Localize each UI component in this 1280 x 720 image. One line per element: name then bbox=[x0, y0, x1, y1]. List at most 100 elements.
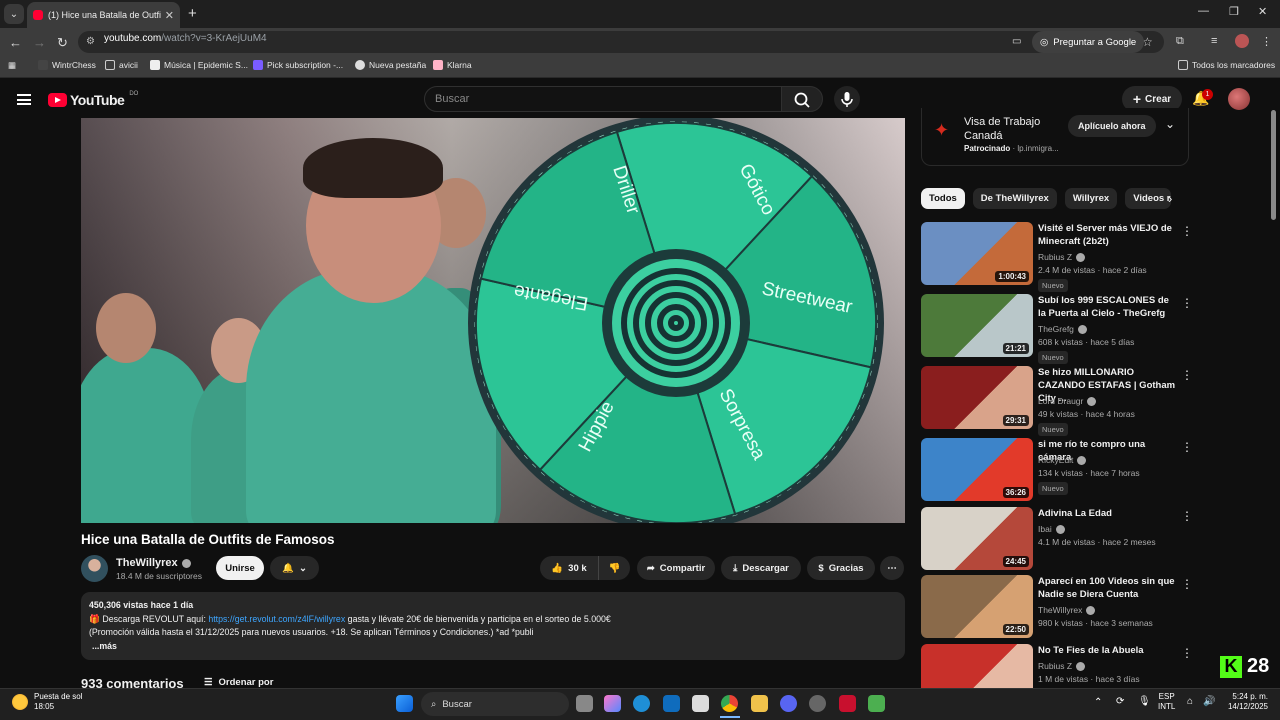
bookmark-epidemic[interactable]: Música | Epidemic S... bbox=[150, 60, 248, 70]
recommendation-channel[interactable]: Rubius Z bbox=[1038, 661, 1086, 671]
bookmark-new-tab[interactable]: Nueva pestaña bbox=[355, 60, 426, 70]
window-close-icon[interactable]: ✕ bbox=[1258, 5, 1267, 18]
revolut-link[interactable]: https://get.revolut.com/z4lF/willyrex bbox=[208, 614, 345, 624]
sync-icon[interactable]: ⟳ bbox=[1116, 697, 1124, 707]
video-thumbnail[interactable]: 29:31 bbox=[921, 366, 1033, 429]
download-button[interactable]: ⤓ Descargar bbox=[721, 556, 801, 580]
active-tab[interactable]: (1) Hice una Batalla de Outfits d ✕ bbox=[27, 2, 180, 28]
share-button[interactable]: ➦ Compartir bbox=[637, 556, 715, 580]
apps-icon[interactable]: ▦ bbox=[8, 60, 16, 71]
search-button[interactable] bbox=[781, 86, 823, 112]
more-options-icon[interactable]: ⋮ bbox=[1181, 440, 1193, 454]
ad-cta-button[interactable]: Aplícuelo ahora bbox=[1068, 115, 1156, 137]
recommendation-channel[interactable]: TheWillyrex bbox=[1038, 605, 1096, 615]
bookmark-wintrchess[interactable]: WintrChess bbox=[38, 60, 96, 70]
file-explorer-icon[interactable] bbox=[751, 695, 768, 712]
sort-comments-button[interactable]: ☰ Ordenar por bbox=[204, 677, 273, 688]
account-avatar[interactable] bbox=[1228, 88, 1250, 110]
close-tab-icon[interactable]: ✕ bbox=[165, 9, 174, 22]
taskbar-search[interactable]: ⌕ Buscar bbox=[421, 692, 569, 716]
clock[interactable]: 5:24 p. m. 14/12/2025 bbox=[1222, 692, 1268, 712]
forward-icon[interactable]: → bbox=[33, 35, 46, 50]
menu-icon[interactable] bbox=[17, 94, 31, 105]
chip-willyrex[interactable]: Willyrex bbox=[1064, 188, 1118, 209]
copilot-icon[interactable] bbox=[604, 695, 621, 712]
recommendation-title[interactable]: Visité el Server más VIEJO de Minecraft … bbox=[1038, 222, 1178, 248]
recommendation-channel[interactable]: Lord Draugr bbox=[1038, 396, 1097, 406]
more-options-icon[interactable]: ⋮ bbox=[1181, 646, 1193, 660]
tab-search-button[interactable]: ⌄ bbox=[4, 4, 24, 24]
recommendation-channel[interactable]: TheGrefg bbox=[1038, 324, 1087, 334]
ask-google-button[interactable]: ◎ Preguntar a Google bbox=[1032, 31, 1145, 53]
description-box[interactable]: 450,306 vistas hace 1 día 🎁 Descarga REV… bbox=[81, 592, 905, 660]
channel-name[interactable]: TheWillyrex bbox=[116, 557, 191, 569]
video-thumbnail[interactable]: 36:26 bbox=[921, 438, 1033, 501]
network-icon[interactable]: ⌂ bbox=[1187, 697, 1193, 707]
bookmark-pick-subscription[interactable]: Pick subscription -... bbox=[253, 60, 343, 70]
show-more-link[interactable]: ...más bbox=[92, 640, 897, 654]
language-indicator[interactable]: ESP INTL bbox=[1158, 692, 1175, 712]
sponsored-ad[interactable]: ✦ Visa de Trabajo Canadá Patrocinado · lp… bbox=[921, 108, 1189, 166]
app-icon[interactable] bbox=[868, 695, 885, 712]
page-scrollbar[interactable] bbox=[1271, 110, 1276, 220]
chrome-taskbar-icon[interactable] bbox=[721, 695, 738, 712]
windows-start-icon[interactable] bbox=[396, 695, 413, 712]
recommendation-item[interactable]: 36:26 si me río te compro una cámara Ricky… bbox=[921, 438, 1193, 502]
minimize-icon[interactable]: — bbox=[1198, 5, 1209, 17]
recommendation-channel[interactable]: RickyEdit bbox=[1038, 455, 1087, 465]
extensions-icon[interactable]: ⧉ bbox=[1176, 35, 1184, 48]
search-input[interactable]: Buscar bbox=[424, 86, 782, 112]
recommendation-title[interactable]: Adivina La Edad bbox=[1038, 507, 1178, 520]
site-info-icon[interactable]: ⚙ bbox=[86, 36, 95, 47]
back-icon[interactable]: ← bbox=[9, 35, 22, 50]
media-control-icon[interactable]: ≡ bbox=[1211, 35, 1217, 47]
reload-icon[interactable]: ↻ bbox=[57, 35, 68, 51]
recommendation-title[interactable]: No Te Fies de la Abuela bbox=[1038, 644, 1178, 657]
recommendation-item[interactable]: 21:21 Subí los 999 ESCALONES de la Puerta… bbox=[921, 294, 1193, 364]
more-options-icon[interactable]: ⋮ bbox=[1181, 296, 1193, 310]
restore-icon[interactable]: ❐ bbox=[1229, 5, 1239, 18]
more-options-icon[interactable]: ⋮ bbox=[1181, 577, 1193, 591]
cast-icon[interactable]: ▭ bbox=[1012, 36, 1021, 47]
video-thumbnail[interactable]: 22:50 bbox=[921, 575, 1033, 638]
recommendation-channel[interactable]: Ibai bbox=[1038, 524, 1065, 534]
recommendation-item[interactable]: 29:31 Se hizo MILLONARIO CAZANDO ESTAFAS … bbox=[921, 366, 1193, 436]
chip-from-channel[interactable]: De TheWillyrex bbox=[972, 188, 1057, 209]
tray-overflow-icon[interactable]: ⌃ bbox=[1094, 698, 1102, 708]
subscription-bell-button[interactable]: 🔔 ⌄ bbox=[270, 556, 319, 580]
dislike-button[interactable]: 👎 bbox=[598, 556, 630, 580]
video-thumbnail[interactable]: 1:00:43 bbox=[921, 222, 1033, 285]
steam-icon[interactable] bbox=[809, 695, 826, 712]
recommendation-item[interactable]: 24:45 Adivina La Edad Ibai 4.1 M de vistas … bbox=[921, 507, 1193, 571]
discord-icon[interactable] bbox=[780, 695, 797, 712]
like-button[interactable]: 👍 30 k bbox=[540, 556, 598, 580]
recommendation-item[interactable]: 1:00:43 Visité el Server más VIEJO de Min… bbox=[921, 222, 1193, 292]
voice-search-button[interactable] bbox=[834, 86, 860, 112]
app-icon[interactable] bbox=[839, 695, 856, 712]
bookmark-avicii[interactable]: avicii bbox=[105, 60, 138, 70]
profile-avatar[interactable] bbox=[1235, 34, 1249, 48]
recommendation-title[interactable]: Subí los 999 ESCALONES de la Puerta al C… bbox=[1038, 294, 1178, 320]
channel-avatar[interactable] bbox=[81, 555, 108, 582]
edge-icon[interactable] bbox=[633, 695, 650, 712]
chrome-menu-icon[interactable]: ⋮ bbox=[1261, 35, 1272, 48]
recommendation-channel[interactable]: Rubius Z bbox=[1038, 252, 1086, 262]
chevron-right-icon[interactable]: › bbox=[1168, 191, 1172, 206]
chip-related[interactable]: Videos re bbox=[1125, 188, 1172, 209]
volume-icon[interactable]: 🔊 bbox=[1203, 697, 1215, 707]
bookmark-klarna[interactable]: Klarna bbox=[433, 60, 472, 70]
video-thumbnail[interactable]: 24:45 bbox=[921, 507, 1033, 570]
microphone-tray-icon[interactable]: 🎙 bbox=[1138, 697, 1151, 707]
join-button[interactable]: Unirse bbox=[216, 556, 264, 580]
chip-all[interactable]: Todos bbox=[921, 188, 965, 209]
more-options-icon[interactable]: ⋮ bbox=[1181, 509, 1193, 523]
new-tab-button[interactable]: + bbox=[188, 5, 197, 22]
recommendation-item[interactable]: 22:50 Aparecí en 100 Videos sin que Nadie… bbox=[921, 575, 1193, 639]
recommendation-title[interactable]: Aparecí en 100 Videos sin que Nadie se D… bbox=[1038, 575, 1178, 601]
video-thumbnail[interactable]: 21:21 bbox=[921, 294, 1033, 357]
thanks-button[interactable]: $ Gracias bbox=[807, 556, 875, 580]
more-options-icon[interactable]: ⋮ bbox=[1181, 368, 1193, 382]
outlook-icon[interactable] bbox=[663, 695, 680, 712]
video-player[interactable]: Driller Gótico Streetwear Sorpresa Hippi… bbox=[81, 118, 905, 523]
more-actions-button[interactable]: ⋯ bbox=[880, 556, 904, 580]
